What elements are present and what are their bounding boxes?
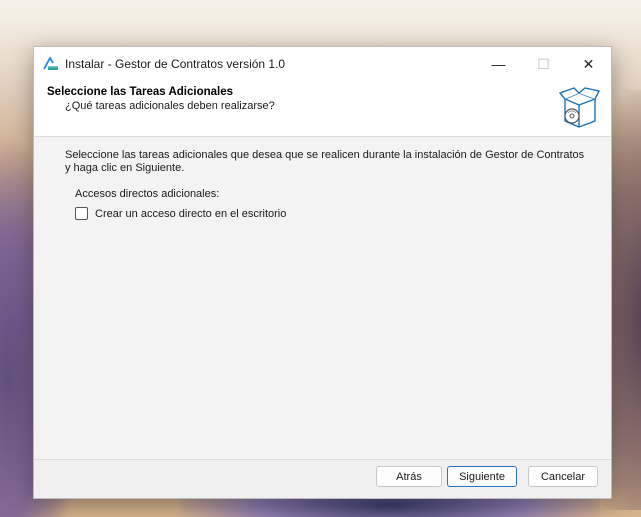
wizard-content: Seleccione las tareas adicionales que de… <box>34 137 611 460</box>
title-bar[interactable]: Instalar - Gestor de Contratos versión 1… <box>34 47 611 81</box>
minimize-button[interactable]: — <box>476 47 521 81</box>
maximize-button[interactable]: ☐ <box>521 47 566 81</box>
desktop-shortcut-task[interactable]: Crear un acceso directo en el escritorio <box>75 207 286 220</box>
cancel-button[interactable]: Cancelar <box>528 466 598 487</box>
window-title: Instalar - Gestor de Contratos versión 1… <box>65 57 286 71</box>
installer-box-icon <box>558 87 601 128</box>
next-button[interactable]: Siguiente <box>447 466 517 487</box>
desktop-background: Instalar - Gestor de Contratos versión 1… <box>0 0 641 517</box>
section-label: Accesos directos adicionales: <box>75 188 220 200</box>
installer-window: Instalar - Gestor de Contratos versión 1… <box>33 46 612 499</box>
instructions-text: Seleccione las tareas adicionales que de… <box>65 149 585 174</box>
wizard-header: Seleccione las Tareas Adicionales ¿Qué t… <box>34 81 611 137</box>
installer-app-icon <box>43 56 58 70</box>
desktop-shortcut-label[interactable]: Crear un acceso directo en el escritorio <box>95 208 286 220</box>
page-subtitle: ¿Qué tareas adicionales deben realizarse… <box>65 100 275 112</box>
wizard-footer: Atrás Siguiente Cancelar <box>34 460 611 498</box>
page-title: Seleccione las Tareas Adicionales <box>47 86 234 98</box>
back-button[interactable]: Atrás <box>376 466 442 487</box>
close-button[interactable]: ✕ <box>566 47 611 81</box>
wallpaper-sky <box>0 0 641 50</box>
desktop-shortcut-checkbox[interactable] <box>75 207 88 220</box>
